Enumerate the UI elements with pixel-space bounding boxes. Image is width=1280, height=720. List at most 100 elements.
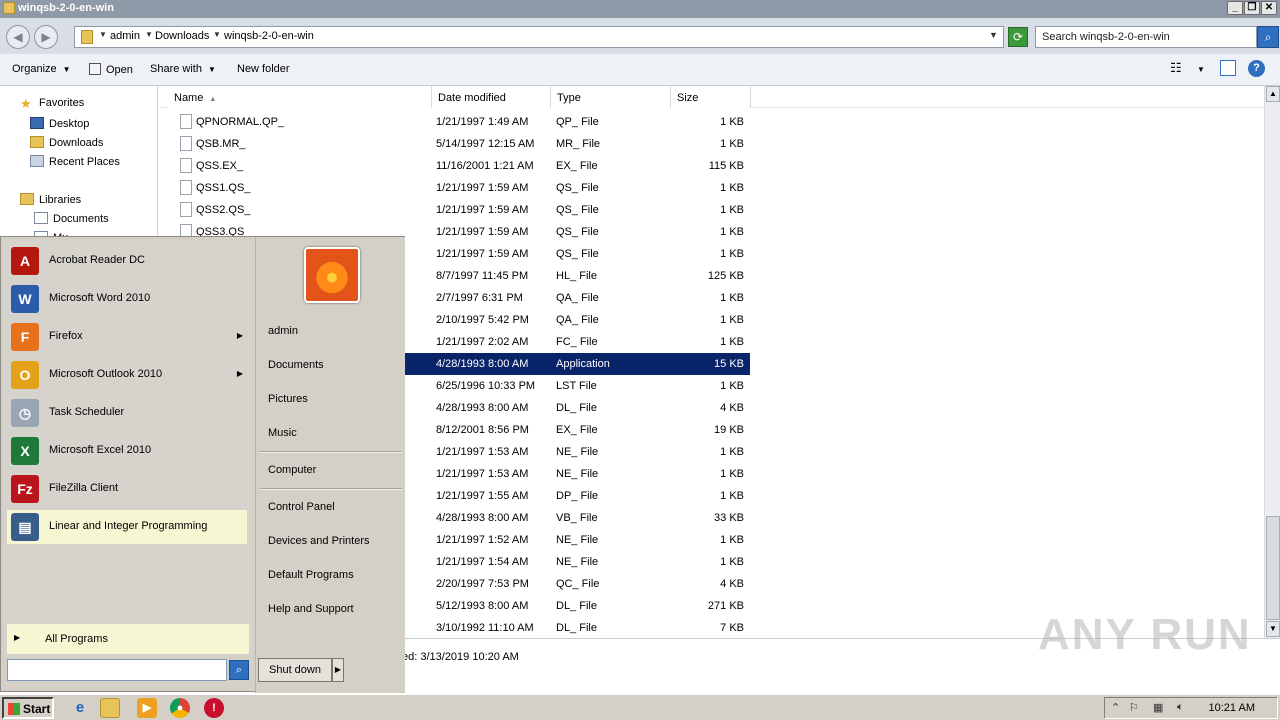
recent-places-icon — [30, 155, 44, 167]
nav-downloads[interactable]: Downloads — [30, 136, 103, 149]
forward-button[interactable]: ▶ — [34, 25, 58, 49]
file-size: 1 KB — [720, 446, 744, 458]
refresh-button[interactable]: ⟳ — [1008, 27, 1028, 47]
file-type: EX_ File — [556, 424, 598, 436]
explorer-folder-icon[interactable] — [100, 698, 120, 718]
file-size: 1 KB — [720, 534, 744, 546]
start-item-admin[interactable]: admin — [268, 325, 298, 337]
file-date: 2/10/1997 5:42 PM — [436, 314, 529, 326]
shutdown-button[interactable]: Shut down — [258, 658, 332, 682]
scroll-up-icon[interactable]: ▲ — [1266, 86, 1280, 102]
start-search-input[interactable] — [7, 659, 227, 681]
maximize-button[interactable]: ❐ — [1244, 1, 1260, 15]
chevron-down-icon[interactable]: ▼ — [99, 30, 107, 39]
view-options-icon[interactable]: ☷ — [1170, 60, 1182, 76]
minimize-button[interactable]: _ — [1227, 1, 1243, 15]
address-dropdown-icon[interactable]: ▼ — [989, 30, 998, 40]
breadcrumb-admin[interactable]: admin — [110, 30, 140, 42]
start-program-item[interactable]: ▤ Linear and Integer Programming — [7, 510, 247, 544]
close-button[interactable]: ✕ — [1261, 1, 1277, 15]
preview-pane-icon[interactable] — [1220, 60, 1236, 76]
column-name[interactable]: Name ▲ — [168, 86, 432, 108]
show-hidden-icons-icon[interactable]: ⌃ — [1111, 701, 1120, 714]
chevron-down-icon[interactable]: ▼ — [145, 30, 153, 39]
file-row[interactable]: QSS2.QS_ 1/21/1997 1:59 AM QS_ File 1 KB — [160, 199, 750, 221]
file-size: 1 KB — [720, 248, 744, 260]
open-button[interactable]: Open — [89, 63, 133, 76]
file-row[interactable]: QSS1.QS_ 1/21/1997 1:59 AM QS_ File 1 KB — [160, 177, 750, 199]
file-date: 1/21/1997 1:52 AM — [436, 534, 529, 546]
window-title: winqsb-2-0-en-win — [18, 2, 114, 14]
nav-documents[interactable]: Documents — [34, 212, 109, 225]
breadcrumb-folder[interactable]: winqsb-2-0-en-win — [224, 30, 314, 42]
share-with-button[interactable]: Share with ▼ — [150, 63, 216, 75]
all-programs-button[interactable]: ▶ All Programs — [7, 624, 249, 654]
nav-libraries[interactable]: Libraries — [20, 193, 81, 206]
start-item-music[interactable]: Music — [268, 427, 297, 439]
media-player-icon[interactable]: ▶ — [137, 698, 157, 718]
back-button[interactable]: ◀ — [6, 25, 30, 49]
program-label: Firefox — [49, 330, 83, 342]
nav-favorites[interactable]: ★ Favorites — [20, 97, 84, 110]
start-item-control-panel[interactable]: Control Panel — [268, 501, 335, 513]
file-row[interactable]: QSS.EX_ 11/16/2001 1:21 AM EX_ File 115 KB — [160, 155, 750, 177]
file-size: 4 KB — [720, 578, 744, 590]
file-type: EX_ File — [556, 160, 598, 172]
organize-button[interactable]: Organize ▼ — [12, 63, 71, 75]
chevron-down-icon[interactable]: ▼ — [213, 30, 221, 39]
file-date: 1/21/1997 1:53 AM — [436, 468, 529, 480]
start-program-item[interactable]: F Firefox ▶ — [7, 320, 247, 354]
nav-desktop[interactable]: Desktop — [30, 117, 89, 130]
new-folder-button[interactable]: New folder — [237, 63, 290, 75]
shutdown-options-icon[interactable]: ▶ — [332, 658, 344, 682]
file-icon — [180, 136, 192, 151]
firefox-icon: F — [11, 323, 39, 351]
program-window-icon: ▤ — [11, 513, 39, 541]
search-icon[interactable]: ⌕ — [229, 660, 249, 680]
column-date-modified[interactable]: Date modified — [432, 86, 551, 108]
file-size: 1 KB — [720, 336, 744, 348]
clock[interactable]: 10:21 AM — [1209, 702, 1255, 714]
address-field[interactable]: ▼ admin ▼ Downloads ▼ winqsb-2-0-en-win … — [74, 26, 1004, 48]
chrome-icon[interactable]: ● — [170, 698, 190, 718]
file-row[interactable]: QPNORMAL.QP_ 1/21/1997 1:49 AM QP_ File 1 K… — [160, 111, 750, 133]
start-program-item[interactable]: X Microsoft Excel 2010 — [7, 434, 247, 468]
file-type: DL_ File — [556, 600, 597, 612]
file-name: QSS1.QS_ — [196, 182, 251, 194]
start-program-item[interactable]: W Microsoft Word 2010 — [7, 282, 247, 316]
chevron-down-icon[interactable]: ▼ — [1197, 65, 1205, 74]
help-icon[interactable]: ? — [1248, 60, 1265, 77]
column-type[interactable]: Type — [551, 86, 671, 108]
file-date: 3/10/1992 11:10 AM — [436, 622, 534, 634]
file-row[interactable]: QSB.MR_ 5/14/1997 12:15 AM MR_ File 1 KB — [160, 133, 750, 155]
internet-explorer-icon[interactable]: e — [70, 698, 90, 718]
start-program-item[interactable]: ◷ Task Scheduler — [7, 396, 247, 430]
search-input[interactable]: Search winqsb-2-0-en-win — [1035, 26, 1257, 48]
start-item-documents[interactable]: Documents — [268, 359, 324, 371]
vertical-scrollbar[interactable]: ▲ ▼ — [1264, 86, 1280, 638]
column-size[interactable]: Size — [671, 86, 751, 108]
start-button[interactable]: Start — [2, 697, 54, 719]
start-item-help-support[interactable]: Help and Support — [268, 603, 354, 615]
scroll-down-icon[interactable]: ▼ — [1266, 621, 1280, 637]
start-program-item[interactable]: O Microsoft Outlook 2010 ▶ — [7, 358, 247, 392]
start-program-item[interactable]: A Acrobat Reader DC — [7, 244, 247, 278]
start-item-pictures[interactable]: Pictures — [268, 393, 308, 405]
documents-icon — [34, 212, 48, 224]
start-item-default-programs[interactable]: Default Programs — [268, 569, 354, 581]
volume-icon[interactable]: 🔈︎ — [1177, 701, 1184, 714]
program-label: Microsoft Word 2010 — [49, 292, 151, 304]
start-item-computer[interactable]: Computer — [268, 464, 316, 476]
scroll-thumb[interactable] — [1266, 516, 1280, 620]
nav-recent-places[interactable]: Recent Places — [30, 155, 120, 168]
user-avatar[interactable] — [304, 247, 360, 303]
breadcrumb-downloads[interactable]: Downloads — [155, 30, 209, 42]
window-title-bar[interactable]: winqsb-2-0-en-win _ ❐ ✕ — [0, 0, 1280, 18]
start-item-devices-printers[interactable]: Devices and Printers — [268, 535, 370, 547]
network-icon[interactable]: ▦ — [1153, 701, 1163, 714]
start-program-item[interactable]: Fz FileZilla Client — [7, 472, 247, 506]
downloads-folder-icon — [30, 136, 44, 148]
opera-icon[interactable]: ! — [204, 698, 224, 718]
action-center-flag-icon[interactable]: ⚐ — [1129, 701, 1139, 714]
search-icon[interactable]: ⌕ — [1257, 26, 1279, 48]
